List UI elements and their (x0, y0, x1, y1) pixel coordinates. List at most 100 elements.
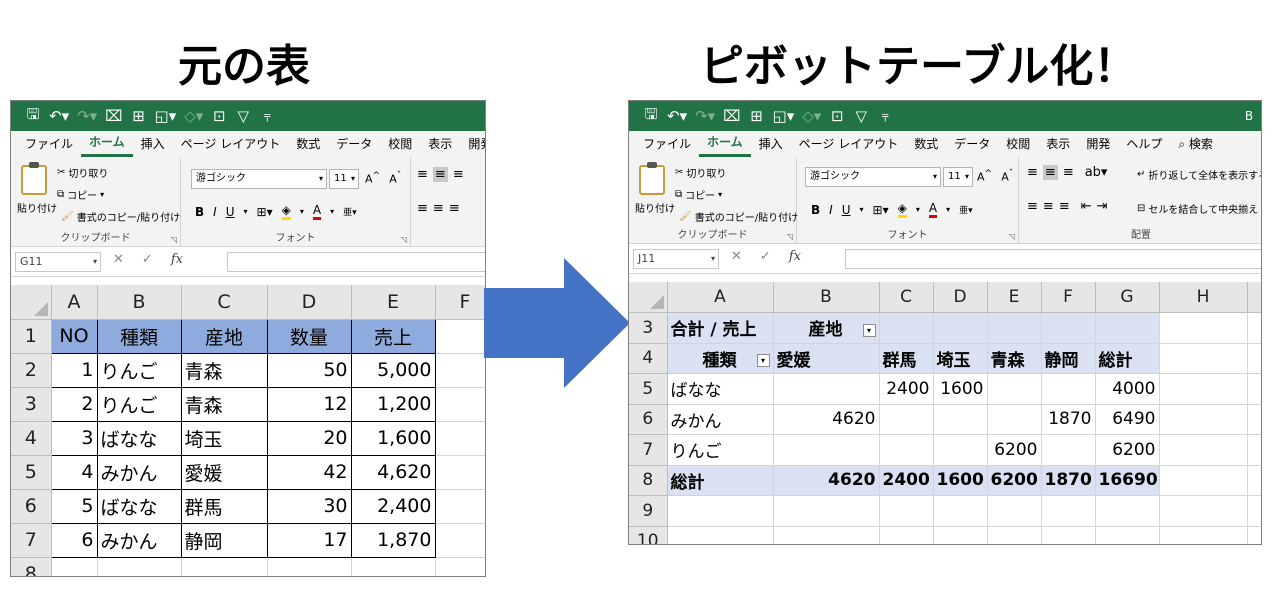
tab-5[interactable]: データ (328, 131, 380, 157)
cell[interactable]: 3 (50, 420, 98, 456)
bold-icon[interactable]: B (811, 203, 820, 217)
row-header[interactable]: 8 (629, 465, 668, 496)
pivot-column-label[interactable]: 埼玉 (933, 343, 988, 374)
paste-button[interactable]: 貼り付け (635, 200, 675, 215)
cell[interactable] (97, 557, 182, 576)
paste-icon[interactable] (639, 162, 665, 195)
tab-2[interactable]: 挿入 (751, 131, 791, 157)
cell[interactable] (933, 526, 988, 544)
cell[interactable]: 2,400 (350, 488, 436, 524)
cell[interactable] (1159, 434, 1248, 466)
cell[interactable]: 50 (266, 352, 352, 388)
font-name-combo[interactable]: 游ゴシック ▾ (805, 167, 941, 187)
table-icon[interactable]: ⊞ (131, 107, 147, 125)
column-header[interactable]: A (51, 285, 98, 320)
cell[interactable] (435, 353, 485, 388)
pivot-value-cell[interactable] (933, 434, 988, 466)
pivot-row-label[interactable]: みかん (667, 404, 774, 435)
undo-icon[interactable]: ↶▾ (667, 107, 687, 125)
row-header[interactable]: 6 (629, 404, 668, 435)
tab-4[interactable]: 数式 (906, 131, 946, 157)
cell[interactable] (1159, 495, 1248, 527)
cell[interactable]: 愛媛 (180, 454, 268, 490)
tab-7[interactable]: 表示 (1038, 131, 1078, 157)
pivot-value-cell[interactable]: 1870 (1041, 404, 1096, 435)
cell[interactable] (933, 495, 988, 527)
grand-total-cell[interactable]: 1870 (1041, 464, 1096, 496)
select-all-corner[interactable] (11, 285, 52, 320)
cell[interactable] (1159, 373, 1248, 405)
cell[interactable] (1095, 495, 1160, 527)
tab-6[interactable]: 校閲 (380, 131, 420, 157)
cell[interactable] (667, 526, 774, 544)
pivot-value-cell[interactable] (879, 404, 934, 435)
formula-input[interactable] (845, 249, 1261, 269)
shapes-gray-icon[interactable]: ◇▾ (184, 107, 203, 125)
cell[interactable] (1159, 404, 1248, 435)
cell[interactable] (51, 557, 98, 576)
cell[interactable]: ばなな (96, 488, 182, 524)
paste-button[interactable]: 貼り付け (17, 200, 57, 215)
align-middle-icon[interactable]: ≡ (432, 167, 448, 182)
row-header[interactable]: 3 (11, 387, 52, 422)
shapes-icon[interactable]: ◱▾ (155, 107, 177, 125)
tab-0[interactable]: ファイル (635, 131, 699, 157)
search-tab[interactable]: ⌕ 検索 (1170, 131, 1221, 157)
row-header[interactable]: 10 (629, 526, 668, 544)
align-right-icon[interactable]: ≡ (449, 201, 460, 216)
pivot-header-cell[interactable] (1041, 312, 1096, 344)
cell[interactable]: 埼玉 (180, 420, 268, 456)
pivot-value-field[interactable]: 合計 / 売上 (667, 312, 774, 344)
name-box[interactable]: J11 ▾ (633, 249, 719, 269)
cell[interactable]: 1,200 (350, 386, 436, 422)
tab-0[interactable]: ファイル (17, 131, 81, 157)
column-header[interactable]: C (181, 285, 268, 320)
align-bottom-icon[interactable]: ≡ (453, 167, 464, 182)
qat-menu-icon[interactable]: ╤ (877, 111, 893, 122)
pivot-value-cell[interactable] (987, 404, 1042, 435)
column-header[interactable]: B (773, 282, 880, 313)
column-header[interactable]: E (987, 282, 1042, 313)
row-header[interactable]: 9 (629, 495, 668, 527)
calc-icon[interactable]: ⊡ (829, 107, 845, 125)
pivot-header-cell[interactable] (933, 312, 988, 344)
pivot-header-cell[interactable] (879, 312, 934, 344)
grand-total-cell[interactable]: 6200 (987, 464, 1042, 496)
pivot-row-label[interactable]: りんご (667, 434, 774, 466)
tab-1[interactable]: ホーム (81, 131, 133, 157)
cell[interactable]: 青森 (180, 352, 268, 388)
save-icon[interactable]: 🖫 (643, 104, 659, 129)
pivot-value-cell[interactable] (933, 404, 988, 435)
font-grow-icon[interactable]: A^ (365, 170, 380, 186)
align-bottom-icon[interactable]: ≡ (1063, 165, 1074, 180)
grand-total-cell[interactable]: 4620 (773, 464, 880, 496)
pivot-value-cell[interactable] (1041, 434, 1096, 466)
cell[interactable]: 12 (266, 386, 352, 422)
cell[interactable] (1247, 404, 1261, 435)
align-right-icon[interactable]: ≡ (1059, 199, 1070, 214)
decrease-indent-icon[interactable]: ⇤ (1081, 199, 1092, 214)
undo-icon[interactable]: ↶▾ (49, 107, 69, 125)
tab-5[interactable]: データ (946, 131, 998, 157)
pivot-value-cell[interactable]: 6200 (987, 434, 1042, 466)
qat-menu-icon[interactable]: ╤ (259, 111, 275, 122)
select-all-corner[interactable] (629, 282, 668, 313)
fill-color-icon[interactable]: ◈ (897, 201, 907, 218)
phonetic-icon[interactable]: 亜▾ (343, 205, 357, 218)
cell[interactable]: 17 (266, 522, 352, 558)
pivot-value-cell[interactable]: 6490 (1095, 404, 1160, 435)
pivot-value-cell[interactable] (879, 434, 934, 466)
cell[interactable]: みかん (96, 522, 182, 558)
border-icon[interactable]: ⊞▾ (257, 205, 273, 219)
row-header[interactable]: 4 (11, 421, 52, 456)
column-header[interactable]: C (879, 282, 934, 313)
column-header[interactable] (1247, 282, 1261, 313)
italic-icon[interactable]: I (213, 205, 217, 219)
filter-icon[interactable]: ▽ (853, 107, 869, 125)
cell[interactable] (1247, 343, 1261, 374)
row-header[interactable]: 7 (629, 434, 668, 466)
format-painter-button[interactable]: 🖌 書式のコピー/貼り付け (679, 209, 798, 224)
row-header[interactable]: 6 (11, 489, 52, 524)
pivot-value-cell[interactable]: 4000 (1095, 373, 1160, 405)
column-header[interactable]: F (1041, 282, 1096, 313)
